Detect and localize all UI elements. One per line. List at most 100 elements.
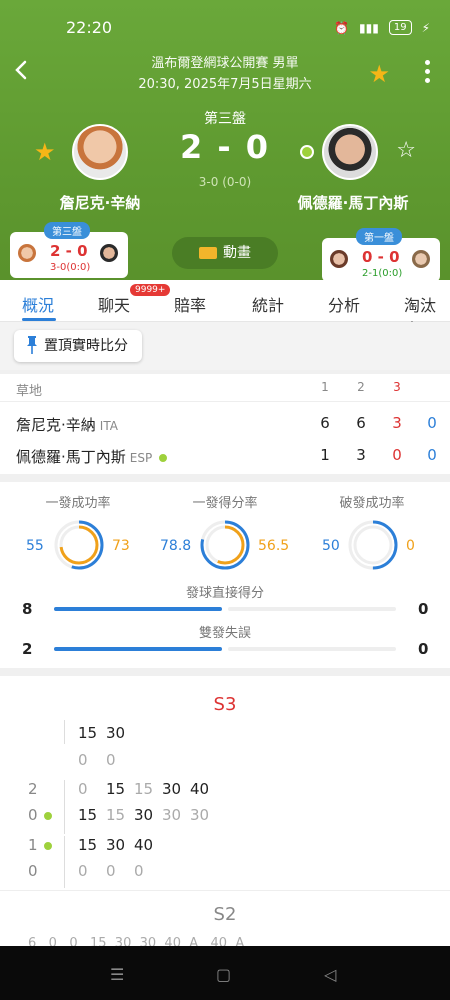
more-menu-icon[interactable]	[424, 60, 430, 84]
ring-chart	[200, 520, 250, 570]
set-score-cell: 1	[320, 446, 330, 464]
related-match-sub: 3-0(0:0)	[50, 262, 91, 273]
signal-icon: ▮▮▮	[359, 20, 379, 35]
set-heading: S2	[213, 904, 237, 925]
point-score: 15	[78, 724, 98, 742]
related-match-set-tag: 第一盤	[356, 228, 402, 245]
serving-indicator-icon	[42, 809, 55, 822]
point-score: 15	[134, 780, 154, 798]
tab-stats[interactable]: 統計	[252, 292, 284, 316]
home-icon[interactable]: ▢	[216, 965, 231, 984]
divider	[0, 890, 450, 891]
stat-right-value: 56.5	[258, 538, 290, 554]
player1-favorite-star-icon[interactable]: ★	[34, 138, 56, 166]
player-name: 佩德羅·馬丁內斯 ESP	[16, 446, 169, 467]
alarm-icon: ⏰	[334, 20, 350, 35]
back-arrow-icon[interactable]	[10, 58, 34, 82]
set-heading: S3	[213, 694, 237, 715]
set-score-cell: 3	[392, 414, 402, 432]
double-faults-label: 雙發失誤	[198, 626, 251, 641]
point-score: 30	[190, 806, 210, 824]
player2-name[interactable]: 佩德羅·馬丁內斯	[288, 192, 418, 213]
tab-odds[interactable]: 賠率	[174, 292, 206, 316]
country-code: ITA	[99, 419, 118, 433]
recent-apps-icon[interactable]: ☰	[110, 965, 124, 984]
stat-title: 一發成功率	[45, 496, 111, 511]
bar-track	[228, 647, 396, 651]
player1-name[interactable]: 詹尼克·辛納	[40, 192, 160, 213]
back-icon[interactable]: ◁	[324, 965, 336, 984]
aces-right: 0	[418, 600, 429, 618]
player-avatar-small	[412, 250, 430, 268]
ring-chart	[54, 520, 104, 570]
serving-indicator-icon	[300, 145, 314, 159]
stat-title: 一發得分率	[192, 496, 258, 511]
tab-chat[interactable]: 聊天	[98, 292, 130, 316]
serving-indicator-icon	[157, 451, 169, 464]
double-faults-left: 2	[22, 640, 33, 658]
current-game-cell: 0	[427, 414, 437, 432]
point-score: 30	[106, 724, 126, 742]
related-match-set-tag: 第三盤	[44, 222, 90, 239]
pin-icon	[27, 336, 37, 354]
game-score: 3-0 (0-0)	[198, 175, 252, 189]
match-header: 22:20 ⏰ ▮▮▮ 19 ⚡ 溫布爾登網球公開賽 男單 20:30, 202…	[0, 0, 450, 282]
favorite-star-icon[interactable]: ★	[368, 60, 390, 88]
player2-avatar[interactable]	[322, 124, 378, 180]
point-score: 0	[78, 862, 88, 880]
bar-track	[228, 607, 396, 611]
set-score-cell: 6	[356, 414, 366, 432]
player-avatar-small	[100, 244, 118, 262]
set-score: 2 - 0	[179, 128, 271, 166]
point-score: 15	[106, 806, 126, 824]
chat-badge: 9999+	[130, 284, 171, 296]
player2-favorite-star-icon[interactable]: ☆	[396, 138, 416, 163]
tab-bar: 概況 聊天 賠率 統計 分析 淘汰賽	[0, 280, 450, 339]
game-score-bottom: 0	[28, 862, 38, 880]
set-header: 1	[321, 380, 329, 394]
match-title: 溫布爾登網球公開賽 男單 20:30, 2025年7月5日星期六	[80, 52, 370, 92]
double-faults-right: 0	[418, 640, 429, 658]
set-header: 2	[357, 380, 365, 394]
point-score: 30	[162, 806, 182, 824]
divider	[64, 780, 65, 834]
divider	[64, 720, 65, 744]
stat-left-value: 55	[26, 538, 44, 554]
active-tab-indicator	[22, 318, 56, 321]
stat-right-value: 0	[406, 538, 415, 554]
point-score: 30	[162, 780, 182, 798]
status-bar: 22:20 ⏰ ▮▮▮ 19 ⚡	[0, 0, 450, 56]
player-avatar-small	[330, 250, 348, 268]
game-score-bottom: 0	[28, 806, 55, 824]
double-faults-left-bar	[54, 647, 222, 651]
stat-left-value: 78.8	[160, 538, 192, 554]
player-name: 詹尼克·辛納 ITA	[16, 416, 118, 434]
tournament-name: 溫布爾登網球公開賽 男單	[151, 56, 299, 71]
point-score: 40	[190, 780, 210, 798]
player1-avatar[interactable]	[72, 124, 128, 180]
stat-right-value: 73	[112, 538, 130, 554]
point-score: 40	[134, 836, 154, 854]
related-match-card-left[interactable]: 第三盤 2 - 0 3-0(0:0)	[10, 222, 128, 278]
country-code: ESP	[129, 451, 153, 465]
pin-live-score-button[interactable]: 置頂實時比分	[14, 330, 142, 362]
tab-overview[interactable]: 概況	[22, 292, 54, 316]
related-match-score: 0 - 0	[362, 248, 400, 266]
point-by-point: S3 15 30 0 0 2 0 0 15 15 30 40 15 15 30 …	[0, 676, 450, 951]
point-score: 15	[106, 780, 126, 798]
game-score-top: 1	[28, 836, 55, 854]
point-score: 0	[78, 751, 88, 769]
tab-analysis[interactable]: 分析	[328, 292, 360, 316]
point-score: 0	[78, 780, 88, 798]
status-time: 22:20	[66, 18, 113, 37]
set-score-cell: 3	[356, 446, 366, 464]
match-datetime: 20:30, 2025年7月5日星期六	[138, 77, 312, 92]
related-match-score: 2 - 0	[50, 242, 88, 260]
point-score: 30	[106, 836, 126, 854]
point-score: 15	[78, 806, 98, 824]
animation-button[interactable]: 動畫	[172, 237, 278, 269]
player-avatar-small	[18, 244, 36, 262]
point-score: 30	[134, 806, 154, 824]
related-match-card-right[interactable]: 第一盤 0 - 0 2-1(0:0)	[322, 228, 440, 282]
score-table: 草地 1 2 3 詹尼克·辛納 ITA 6 6 3 0 佩德羅·馬丁內斯 ESP 1…	[0, 374, 450, 474]
